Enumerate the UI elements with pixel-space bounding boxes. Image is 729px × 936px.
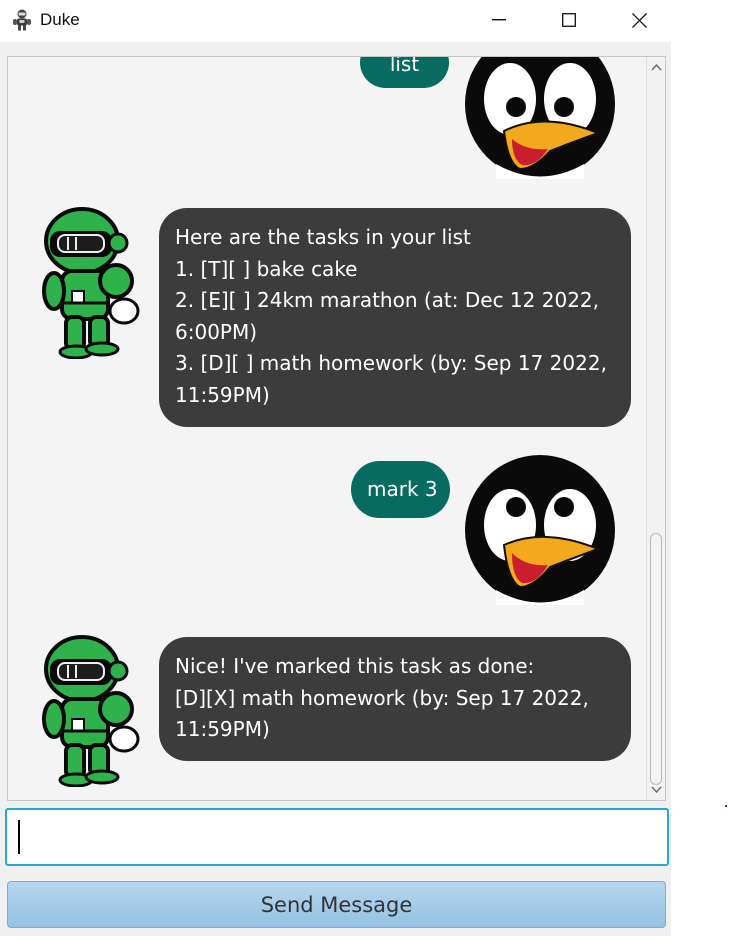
- user-message-bubble: mark 3: [351, 461, 450, 518]
- app-window: Duke list Here are the tasks in your lis…: [0, 0, 671, 936]
- send-message-button[interactable]: Send Message: [7, 881, 666, 928]
- text-caret: [18, 820, 20, 854]
- close-icon: [631, 12, 647, 28]
- scrollbar-thumb[interactable]: [650, 533, 662, 785]
- chat-scroll-pane[interactable]: list Here are the tasks in your list 1. …: [7, 56, 666, 801]
- message-line: Nice! I've marked this task as done:: [175, 654, 535, 678]
- duke-message-bubble: Nice! I've marked this task as done: [D]…: [159, 637, 631, 761]
- message-line: 1. [T][ ] bake cake: [175, 256, 358, 281]
- robot-app-icon: [13, 9, 31, 31]
- penguin-avatar: [465, 455, 615, 605]
- message-text: mark 3: [367, 477, 438, 501]
- maximize-icon: [562, 13, 576, 27]
- message-line: 6:00PM): [175, 319, 258, 344]
- scroll-down-icon[interactable]: [650, 783, 663, 796]
- dialog-container: list Here are the tasks in your list 1. …: [8, 57, 646, 800]
- maximize-button[interactable]: [534, 0, 604, 40]
- user-message-bubble: list: [360, 57, 449, 88]
- stray-pixel: [725, 805, 727, 807]
- message-line: [D][X] math homework (by: Sep 17 2022,: [175, 685, 589, 710]
- message-text: list: [389, 57, 420, 76]
- duke-message-bubble: Here are the tasks in your list 1. [T][ …: [159, 208, 631, 427]
- message-input[interactable]: [5, 808, 669, 866]
- message-line: 3. [D][ ] math homework (by: Sep 17 2022…: [175, 351, 607, 375]
- close-button[interactable]: [604, 0, 674, 40]
- message-line: 11:59PM): [175, 382, 270, 407]
- penguin-avatar: [465, 57, 615, 179]
- minimize-icon: [492, 19, 506, 21]
- message-line: Here are the tasks in your list: [175, 225, 471, 249]
- window-title: Duke: [40, 10, 80, 29]
- robot-avatar: [42, 635, 140, 787]
- vertical-scrollbar[interactable]: [646, 57, 665, 800]
- title-bar: Duke: [0, 0, 671, 42]
- minimize-button[interactable]: [464, 0, 534, 40]
- message-line: 2. [E][ ] 24km marathon (at: Dec 12 2022…: [175, 288, 599, 312]
- message-line: 11:59PM): [175, 717, 270, 741]
- robot-avatar: [42, 207, 140, 359]
- scroll-up-icon[interactable]: [650, 61, 663, 74]
